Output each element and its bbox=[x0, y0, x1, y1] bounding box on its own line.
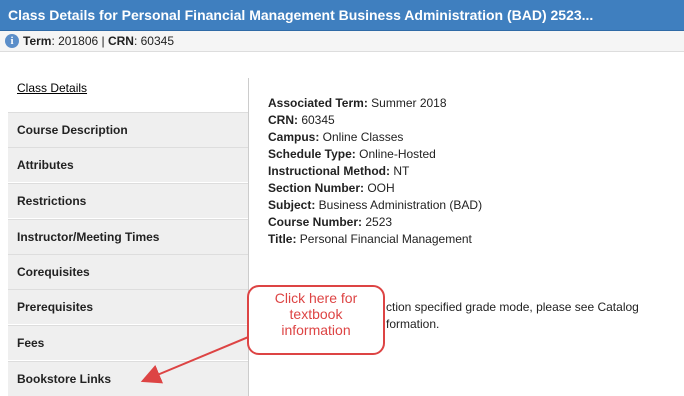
detail-label: Instructional Method: bbox=[268, 164, 390, 178]
tab-label: Course Description bbox=[17, 123, 128, 137]
detail-campus: Campus: Online Classes bbox=[268, 130, 403, 144]
tab-restrictions[interactable]: Restrictions bbox=[8, 183, 248, 218]
tab-fees[interactable]: Fees bbox=[8, 325, 248, 360]
detail-schedule-type: Schedule Type: Online-Hosted bbox=[268, 147, 436, 161]
crn-value: : 60345 bbox=[133, 34, 174, 48]
detail-value: Online Classes bbox=[319, 130, 404, 144]
detail-value: Summer 2018 bbox=[367, 96, 447, 110]
detail-label: Campus: bbox=[268, 130, 320, 144]
detail-value: Personal Financial Management bbox=[296, 232, 472, 246]
tab-course-description[interactable]: Course Description bbox=[8, 112, 248, 147]
window-titlebar: Class Details for Personal Financial Man… bbox=[0, 0, 684, 31]
tab-label: Restrictions bbox=[17, 194, 87, 208]
term-bar: i Term: 201806 | CRN: 60345 bbox=[0, 31, 684, 52]
callout-text: Click here for textbook information bbox=[274, 290, 358, 338]
tab-label: Prerequisites bbox=[17, 300, 94, 314]
term-value: : 201806 | bbox=[51, 34, 108, 48]
details-tab-list: Class Details Course Description Attribu… bbox=[8, 78, 249, 396]
tab-label: Instructor/Meeting Times bbox=[17, 230, 160, 244]
crn-label: CRN bbox=[107, 34, 134, 48]
detail-label: Associated Term: bbox=[268, 96, 368, 110]
detail-label: Title: bbox=[268, 232, 297, 246]
tab-bookstore-links[interactable]: Bookstore Links bbox=[8, 361, 248, 396]
tab-label: Class Details bbox=[17, 81, 88, 95]
detail-value: 2523 bbox=[362, 215, 393, 229]
textbook-callout: Click here for textbook information bbox=[247, 285, 385, 355]
detail-associated-term: Associated Term: Summer 2018 bbox=[268, 96, 447, 110]
detail-label: Section Number: bbox=[268, 181, 365, 195]
tab-corequisites[interactable]: Corequisites bbox=[8, 254, 248, 289]
detail-instructional-method: Instructional Method: NT bbox=[268, 164, 409, 178]
detail-title: Title: Personal Financial Management bbox=[268, 232, 472, 246]
detail-course-number: Course Number: 2523 bbox=[268, 215, 392, 229]
grade-mode-note-line1: ction specified grade mode, please see C… bbox=[386, 300, 639, 314]
tab-attributes[interactable]: Attributes bbox=[8, 147, 248, 182]
detail-label: Schedule Type: bbox=[268, 147, 356, 161]
tab-label: Corequisites bbox=[17, 265, 90, 279]
tab-instructor-meeting-times[interactable]: Instructor/Meeting Times bbox=[8, 219, 248, 254]
detail-subject: Subject: Business Administration (BAD) bbox=[268, 198, 482, 212]
detail-section-number: Section Number: OOH bbox=[268, 181, 395, 195]
page-title: Class Details for Personal Financial Man… bbox=[8, 7, 594, 23]
detail-value: Online-Hosted bbox=[355, 147, 436, 161]
term-label: Term bbox=[23, 34, 52, 48]
detail-label: Subject: bbox=[268, 198, 316, 212]
detail-label: Course Number: bbox=[268, 215, 363, 229]
detail-label: CRN: bbox=[268, 113, 298, 127]
tab-label: Fees bbox=[17, 336, 45, 350]
tab-label: Attributes bbox=[17, 158, 74, 172]
term-info: Term: 201806 | CRN: 60345 bbox=[23, 34, 174, 48]
tab-prerequisites[interactable]: Prerequisites bbox=[8, 289, 248, 324]
tab-label: Bookstore Links bbox=[17, 372, 112, 386]
detail-value: Business Administration (BAD) bbox=[315, 198, 483, 212]
detail-crn: CRN: 60345 bbox=[268, 113, 335, 127]
tab-class-details[interactable]: Class Details bbox=[8, 78, 248, 113]
grade-mode-note-line2: formation. bbox=[386, 317, 440, 331]
detail-value: OOH bbox=[364, 181, 395, 195]
detail-value: 60345 bbox=[298, 113, 335, 127]
detail-value: NT bbox=[390, 164, 410, 178]
info-icon: i bbox=[5, 34, 19, 48]
